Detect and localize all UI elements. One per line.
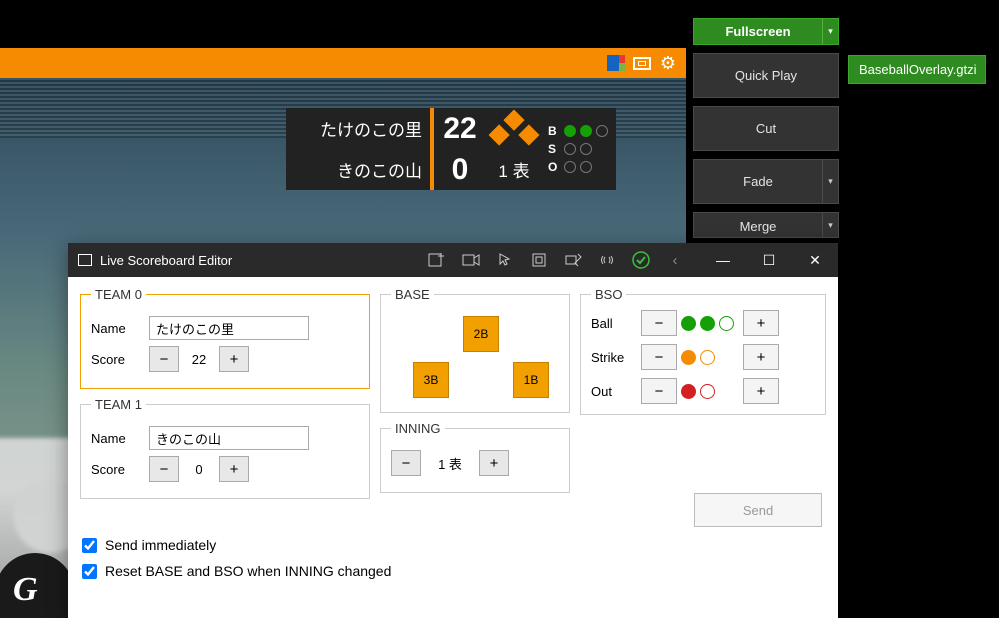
window-minimize[interactable]: — xyxy=(700,243,746,277)
out-plus[interactable]: + xyxy=(743,378,779,404)
inning-fieldset: INNING − 1 表 + xyxy=(380,421,570,493)
sb-team0-score: 22 xyxy=(434,108,486,149)
out-dots xyxy=(681,384,743,399)
gear-icon[interactable]: ⚙ xyxy=(658,54,678,72)
fullscreen-dropdown[interactable]: ▾ xyxy=(822,19,838,44)
out-minus[interactable]: − xyxy=(641,378,677,404)
strike-dots xyxy=(681,350,743,365)
editor-title: Live Scoreboard Editor xyxy=(100,253,232,268)
base-2b-button[interactable]: 2B xyxy=(463,316,499,352)
strike-minus[interactable]: − xyxy=(641,344,677,370)
tool-back-icon[interactable]: ‹ xyxy=(658,243,692,277)
strike-plus[interactable]: + xyxy=(743,344,779,370)
team1-score-value: 0 xyxy=(189,462,209,477)
tool-camera-icon[interactable] xyxy=(454,243,488,277)
inning-value: 1 表 xyxy=(433,454,467,473)
reset-base-bso-checkbox[interactable]: Reset BASE and BSO when INNING changed xyxy=(82,563,391,579)
quickplay-button[interactable]: Quick Play xyxy=(693,53,839,98)
color-palette-icon[interactable] xyxy=(606,54,626,72)
ball-plus[interactable]: + xyxy=(743,310,779,336)
team1-name-input[interactable] xyxy=(149,426,309,450)
team0-score-plus[interactable]: + xyxy=(219,346,249,372)
overlay-file-tag[interactable]: BaseballOverlay.gtzi xyxy=(848,55,986,84)
tool-rect-icon[interactable] xyxy=(522,243,556,277)
live-scoreboard-editor-window: Live Scoreboard Editor ‹ — ☐ ✕ TEAM 0 Na… xyxy=(68,243,838,618)
bso-fieldset: BSO Ball − + Strike − + Out − xyxy=(580,287,826,415)
team1-score-minus[interactable]: − xyxy=(149,456,179,482)
base-fieldset: BASE 2B 3B 1B xyxy=(380,287,570,413)
team0-name-input[interactable] xyxy=(149,316,309,340)
cut-button[interactable]: Cut xyxy=(693,106,839,151)
merge-dropdown[interactable]: ▾ xyxy=(822,213,838,237)
tool-check-icon[interactable] xyxy=(624,243,658,277)
tool-sync-icon[interactable] xyxy=(556,243,590,277)
window-maximize[interactable]: ☐ xyxy=(746,243,792,277)
merge-button[interactable]: Merge ▾ xyxy=(693,212,839,238)
tool-add-icon[interactable] xyxy=(420,243,454,277)
tool-cursor-icon[interactable] xyxy=(488,243,522,277)
base-diamond-icon xyxy=(489,109,540,160)
team1-fieldset: TEAM 1 Name Score − 0 + xyxy=(80,397,370,499)
send-button[interactable]: Send xyxy=(694,493,822,527)
team1-score-plus[interactable]: + xyxy=(219,456,249,482)
fade-dropdown[interactable]: ▾ xyxy=(822,160,838,203)
tool-broadcast-icon[interactable] xyxy=(590,243,624,277)
sb-team1-score: 0 xyxy=(434,149,486,190)
sb-team1-name: きのこの山 xyxy=(286,149,430,190)
base-1b-button[interactable]: 1B xyxy=(513,362,549,398)
safe-area-icon[interactable] xyxy=(632,54,652,72)
fullscreen-button[interactable]: Fullscreen ▾ xyxy=(693,18,839,45)
base-3b-button[interactable]: 3B xyxy=(413,362,449,398)
ball-minus[interactable]: − xyxy=(641,310,677,336)
inning-plus[interactable]: + xyxy=(479,450,509,476)
inning-minus[interactable]: − xyxy=(391,450,421,476)
window-icon xyxy=(78,254,92,266)
editor-titlebar[interactable]: Live Scoreboard Editor ‹ — ☐ ✕ xyxy=(68,243,838,277)
team0-score-value: 22 xyxy=(189,352,209,367)
team0-score-minus[interactable]: − xyxy=(149,346,179,372)
fade-button[interactable]: Fade ▾ xyxy=(693,159,839,204)
sb-team0-name: たけのこの里 xyxy=(286,108,430,149)
send-immediately-checkbox[interactable]: Send immediately xyxy=(82,537,391,553)
preview-toolbar: ⚙ xyxy=(0,48,686,78)
scoreboard-overlay: たけのこの里 きのこの山 22 0 1 表 B S O xyxy=(286,108,616,190)
window-close[interactable]: ✕ xyxy=(792,243,838,277)
ball-dots xyxy=(681,316,743,331)
fullscreen-label: Fullscreen xyxy=(694,19,822,44)
team0-fieldset: TEAM 0 Name Score − 22 + xyxy=(80,287,370,389)
